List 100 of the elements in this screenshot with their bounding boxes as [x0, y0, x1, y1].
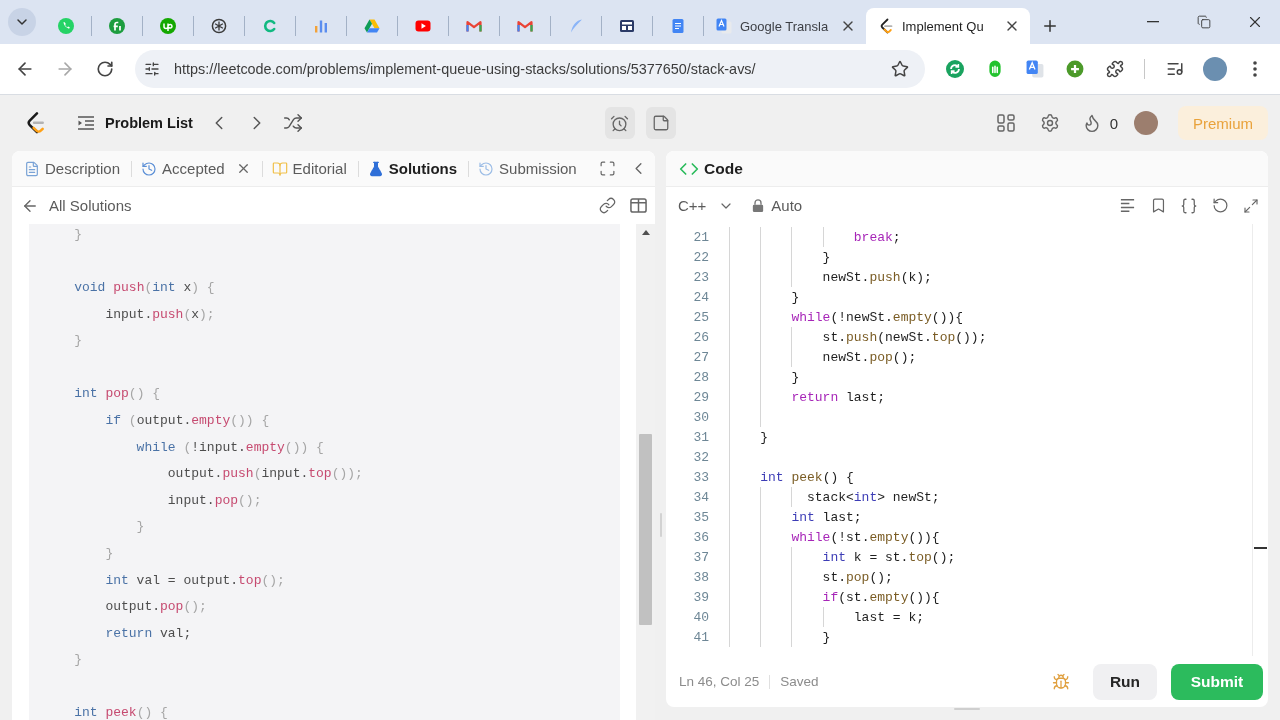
code-line: return last; [791, 389, 886, 405]
braces-icon [1180, 196, 1198, 215]
translate-icon [716, 18, 732, 34]
book-icon [271, 160, 288, 177]
code-line: while(!st.empty()){ [791, 529, 940, 545]
line-number: 28 [692, 369, 709, 385]
code-line: void push(int x) { [74, 280, 215, 295]
streak-button[interactable]: 0 [1081, 109, 1118, 137]
code-line: int last; [791, 509, 862, 525]
list-indent-icon [77, 114, 95, 132]
avatar [1203, 57, 1227, 81]
line-number: 21 [692, 229, 709, 245]
alarm-clock-icon [610, 113, 629, 133]
avatar [1134, 111, 1158, 135]
line-number: 33 [692, 469, 709, 485]
code-line: break; [853, 229, 901, 245]
document-icon [670, 18, 686, 34]
line-number: 31 [692, 429, 709, 445]
arc-logo-icon [262, 18, 278, 34]
plus-icon [1041, 17, 1059, 35]
notes-button[interactable] [645, 107, 676, 139]
feather-icon [568, 18, 584, 34]
document-icon [24, 160, 40, 177]
browser-tab[interactable]: Implement Qu [866, 8, 1030, 44]
code-line: output.pop(); [105, 599, 207, 615]
panel-tab[interactable]: Accepted [136, 153, 258, 184]
code-line: } [105, 545, 114, 561]
bracket-logo-icon [24, 111, 47, 135]
panel-tab[interactable]: Description [19, 153, 128, 184]
restore-icon [1196, 15, 1211, 29]
columns-icon [629, 197, 647, 214]
code-line: newSt.pop(); [822, 349, 917, 365]
code-line: if(st.empty()){ [822, 589, 940, 605]
code-line: output.push(input.top()); [167, 466, 363, 482]
note-icon [651, 114, 670, 132]
capsule-icon [986, 60, 1004, 78]
playlist-icon [1166, 60, 1184, 78]
scroll-up-arrow-icon [641, 230, 650, 235]
code-line: if (output.empty()) { [105, 412, 270, 428]
line-number: 40 [692, 609, 709, 625]
code-line: int pop() { [74, 386, 161, 402]
all-solutions-link[interactable]: All Solutions [19, 191, 132, 220]
line-number: 30 [692, 409, 709, 425]
code-line: return val; [105, 625, 192, 641]
code-line: input.pop(); [167, 492, 262, 508]
cursor-position: Ln 46, Col 25 [679, 674, 760, 689]
code-line: newSt.push(k); [822, 269, 932, 285]
timer-button[interactable] [604, 107, 635, 139]
flask-icon [367, 160, 384, 177]
panel-tab[interactable]: Editorial [266, 153, 354, 184]
url-field[interactable]: https://leetcode.com/problems/implement-queue-using-stacks/solutions/5377650/stack-avs/ [135, 50, 925, 88]
code-line: while (!input.empty()) { [136, 439, 324, 455]
triangle-logo-icon [364, 18, 380, 34]
line-number: 24 [692, 289, 709, 305]
refresh-circle-icon [946, 60, 964, 78]
puzzle-icon [1106, 60, 1124, 78]
lock-icon [752, 199, 765, 212]
fullscreen-icon [598, 160, 616, 177]
line-number: 41 [692, 629, 709, 645]
reload-icon [96, 60, 114, 78]
problem-list-button[interactable]: Problem List [73, 107, 197, 139]
line-number: 37 [692, 549, 709, 565]
language-dropdown[interactable]: C++ [678, 191, 735, 220]
expand-icon [1243, 197, 1259, 214]
code-line: } [791, 369, 800, 385]
asterisk-circle-icon [211, 18, 227, 34]
overview-ruler-mark [1254, 547, 1267, 549]
settings-icon [1039, 113, 1060, 133]
tab-search-button[interactable] [8, 8, 36, 36]
resize-handle[interactable] [954, 708, 980, 710]
panel-tab[interactable]: Solutions [362, 153, 465, 184]
run-button[interactable]: Run [1093, 663, 1157, 700]
line-number: 34 [692, 489, 709, 505]
code-line: last = k; [853, 609, 925, 625]
code-line: int k = st.top(); [822, 549, 956, 565]
circle-logo-icon [160, 18, 176, 34]
line-number: 38 [692, 569, 709, 585]
envelope-icon [517, 18, 533, 34]
browser-tab[interactable]: Google Transla [704, 8, 866, 44]
save-status: Saved [780, 674, 819, 689]
code-line: } [822, 629, 831, 645]
code-line: } [74, 226, 82, 242]
code-line: int val = output.top(); [105, 572, 285, 588]
auto-mode-button[interactable]: Auto [752, 191, 803, 220]
line-number: 25 [692, 309, 709, 325]
sliders-icon [144, 61, 160, 77]
panel-tab[interactable]: Submission [473, 153, 584, 184]
line-number: 26 [692, 329, 709, 345]
code-line: st.pop(); [822, 569, 893, 585]
code-line: stack<int> newSt; [807, 489, 940, 505]
line-number: 29 [692, 389, 709, 405]
circle-logo-icon [109, 18, 125, 34]
code-line: int peek() { [760, 469, 854, 485]
bug-icon [1052, 672, 1070, 691]
bracket-logo-icon [878, 18, 894, 34]
scrollbar-thumb[interactable] [639, 434, 652, 625]
code-line: } [760, 429, 768, 445]
kebab-menu-icon [1253, 61, 1257, 77]
play-button-icon [415, 18, 431, 34]
history-icon [478, 160, 495, 177]
